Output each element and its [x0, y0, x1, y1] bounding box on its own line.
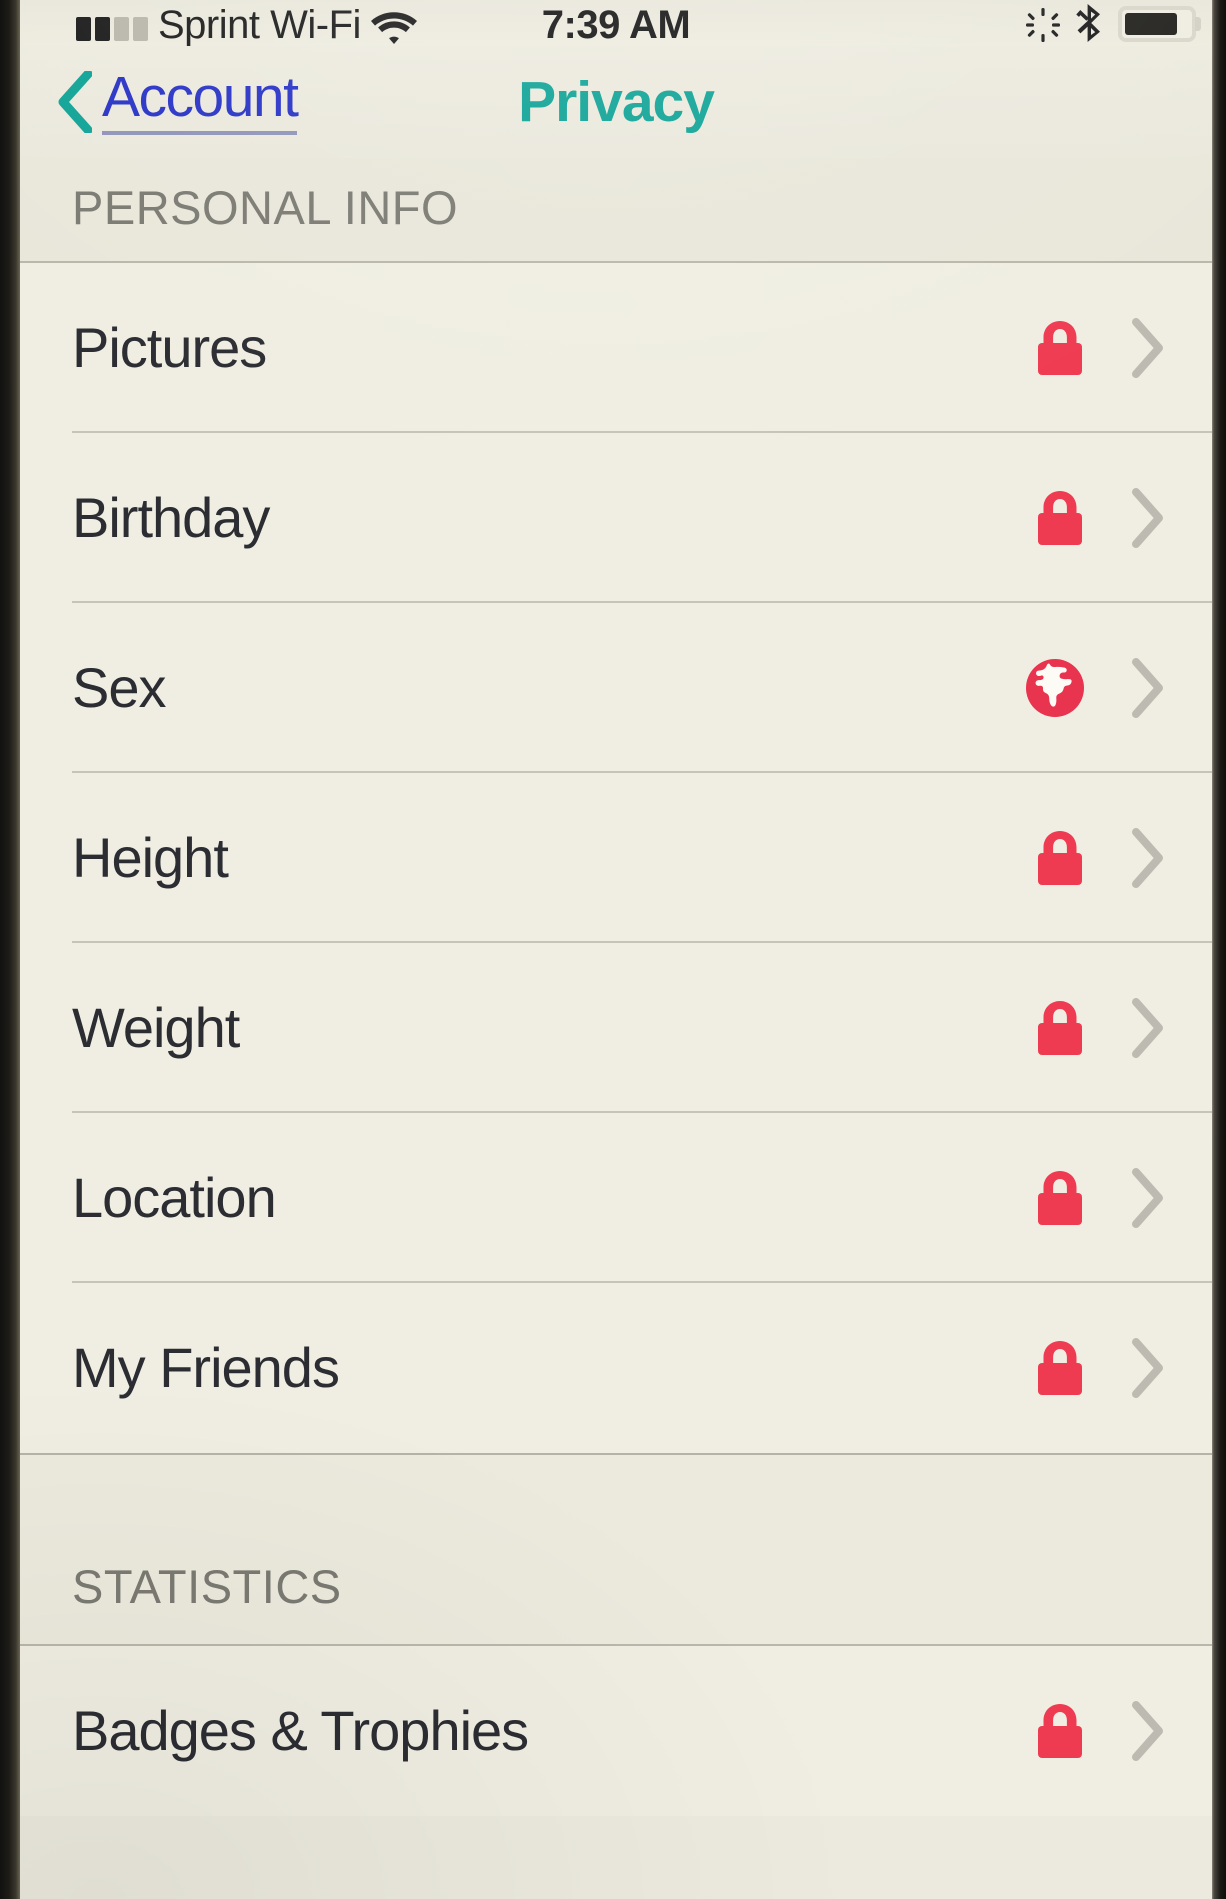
- list-item-weight[interactable]: Weight: [20, 943, 1212, 1113]
- list-item-label: Location: [72, 1166, 277, 1229]
- list-item-accessory: [1034, 318, 1212, 378]
- status-bar-left: Sprint Wi-Fi: [76, 3, 417, 48]
- section-header-personal-info: PERSONAL INFO: [20, 158, 1212, 261]
- settings-list: PERSONAL INFO Pictures Birthday Sex Heig…: [20, 158, 1212, 1816]
- back-button[interactable]: Account: [58, 69, 299, 135]
- list-item-height[interactable]: Height: [20, 773, 1212, 943]
- lock-icon: [1038, 1171, 1082, 1225]
- status-bar: Sprint Wi-Fi 7:39 AM: [20, 0, 1212, 46]
- phone-screen: Sprint Wi-Fi 7:39 AM Account Privacy PER…: [20, 0, 1212, 1899]
- list-item-accessory: [1034, 998, 1212, 1058]
- list-item-label: Pictures: [72, 316, 267, 379]
- list-item-label: Height: [72, 826, 229, 889]
- chevron-left-icon: [58, 71, 92, 133]
- chevron-right-icon: [1132, 658, 1163, 718]
- list-item-birthday[interactable]: Birthday: [20, 433, 1212, 603]
- bluetooth-icon: [1076, 4, 1100, 42]
- list-item-label: Badges & Trophies: [72, 1699, 529, 1762]
- chevron-right-icon: [1132, 998, 1163, 1058]
- list-item-label: Weight: [72, 996, 240, 1059]
- battery-icon: [1118, 6, 1201, 42]
- group-statistics: Badges & Trophies: [20, 1646, 1212, 1816]
- section-header-statistics: STATISTICS: [20, 1455, 1212, 1644]
- chevron-right-icon: [1132, 828, 1163, 888]
- list-item-location[interactable]: Location: [20, 1113, 1212, 1283]
- list-item-my-friends[interactable]: My Friends: [20, 1283, 1212, 1453]
- list-item-label: Birthday: [72, 486, 270, 549]
- chevron-right-icon: [1132, 1701, 1163, 1761]
- back-button-label: Account: [102, 69, 299, 135]
- chevron-right-icon: [1132, 1168, 1163, 1228]
- navigation-bar: Account Privacy: [20, 46, 1212, 158]
- group-personal-info: Pictures Birthday Sex Height Weight Loca…: [20, 263, 1212, 1453]
- lock-icon: [1038, 491, 1082, 545]
- chevron-right-icon: [1132, 1338, 1163, 1398]
- chevron-right-icon: [1132, 488, 1163, 548]
- list-item-sex[interactable]: Sex: [20, 603, 1212, 773]
- list-item-label: My Friends: [72, 1336, 340, 1399]
- lock-icon: [1038, 1704, 1082, 1758]
- list-item-accessory: [1034, 828, 1212, 888]
- lock-icon: [1038, 1341, 1082, 1395]
- phone-bezel-left: [0, 0, 20, 1899]
- globe-icon: [1026, 659, 1084, 717]
- status-bar-right: [1026, 4, 1201, 44]
- wifi-icon: [370, 12, 417, 44]
- list-item-badges-trophies[interactable]: Badges & Trophies: [20, 1646, 1212, 1816]
- list-item-accessory: [1024, 657, 1212, 719]
- chevron-right-icon: [1132, 318, 1163, 378]
- list-item-accessory: [1034, 1338, 1212, 1398]
- lock-icon: [1038, 321, 1082, 375]
- list-item-pictures[interactable]: Pictures: [20, 263, 1212, 433]
- list-item-label: Sex: [72, 656, 167, 719]
- list-item-accessory: [1034, 1701, 1212, 1761]
- list-item-accessory: [1034, 1168, 1212, 1228]
- carrier-label: Sprint Wi-Fi: [158, 3, 361, 48]
- list-item-accessory: [1034, 488, 1212, 548]
- lock-icon: [1038, 831, 1082, 885]
- signal-strength-icon: [76, 15, 148, 44]
- rotation-lock-icon: [1026, 8, 1060, 42]
- lock-icon: [1038, 1001, 1082, 1055]
- phone-bezel-right: [1212, 0, 1226, 1899]
- phone-photo: Sprint Wi-Fi 7:39 AM Account Privacy PER…: [0, 0, 1226, 1899]
